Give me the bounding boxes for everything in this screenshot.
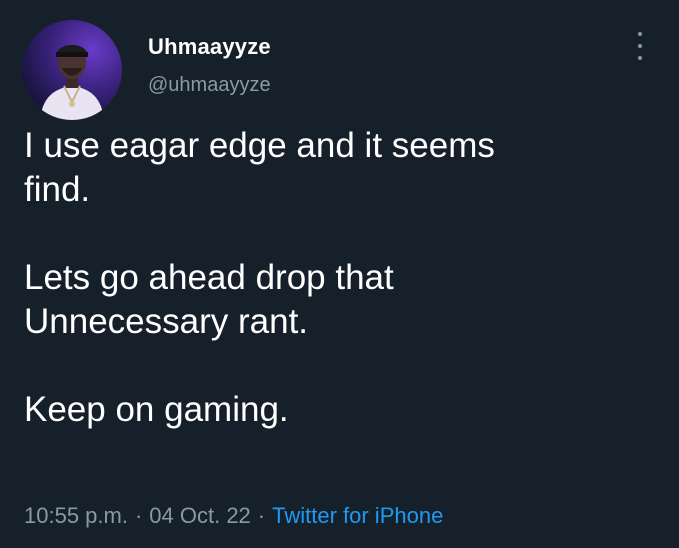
avatar-image bbox=[40, 45, 104, 120]
tweet: Uhmaayyze @uhmaayyze I use eagar edge an… bbox=[0, 0, 679, 548]
display-name[interactable]: Uhmaayyze bbox=[148, 34, 271, 60]
tweet-line: Keep on gaming. bbox=[24, 390, 289, 429]
tweet-text: I use eagar edge and it seems find. Lets… bbox=[24, 124, 644, 432]
tweet-source-link[interactable]: Twitter for iPhone bbox=[272, 503, 443, 528]
tweet-line: Unnecessary rant. bbox=[24, 302, 309, 341]
tweet-time[interactable]: 10:55 p.m. bbox=[24, 503, 128, 528]
separator: · bbox=[257, 503, 266, 528]
user-handle[interactable]: @uhmaayyze bbox=[148, 74, 271, 97]
tweet-metadata: 10:55 p.m. · 04 Oct. 22 · Twitter for iPhone bbox=[24, 503, 443, 529]
tweet-line: find. bbox=[24, 170, 91, 209]
tweet-line: I use eagar edge and it seems bbox=[24, 126, 495, 165]
more-vertical-icon[interactable] bbox=[630, 32, 650, 60]
tweet-date[interactable]: 04 Oct. 22 bbox=[149, 503, 251, 528]
avatar[interactable] bbox=[22, 20, 122, 120]
separator: · bbox=[134, 503, 143, 528]
tweet-line: Lets go ahead drop that bbox=[24, 258, 394, 297]
